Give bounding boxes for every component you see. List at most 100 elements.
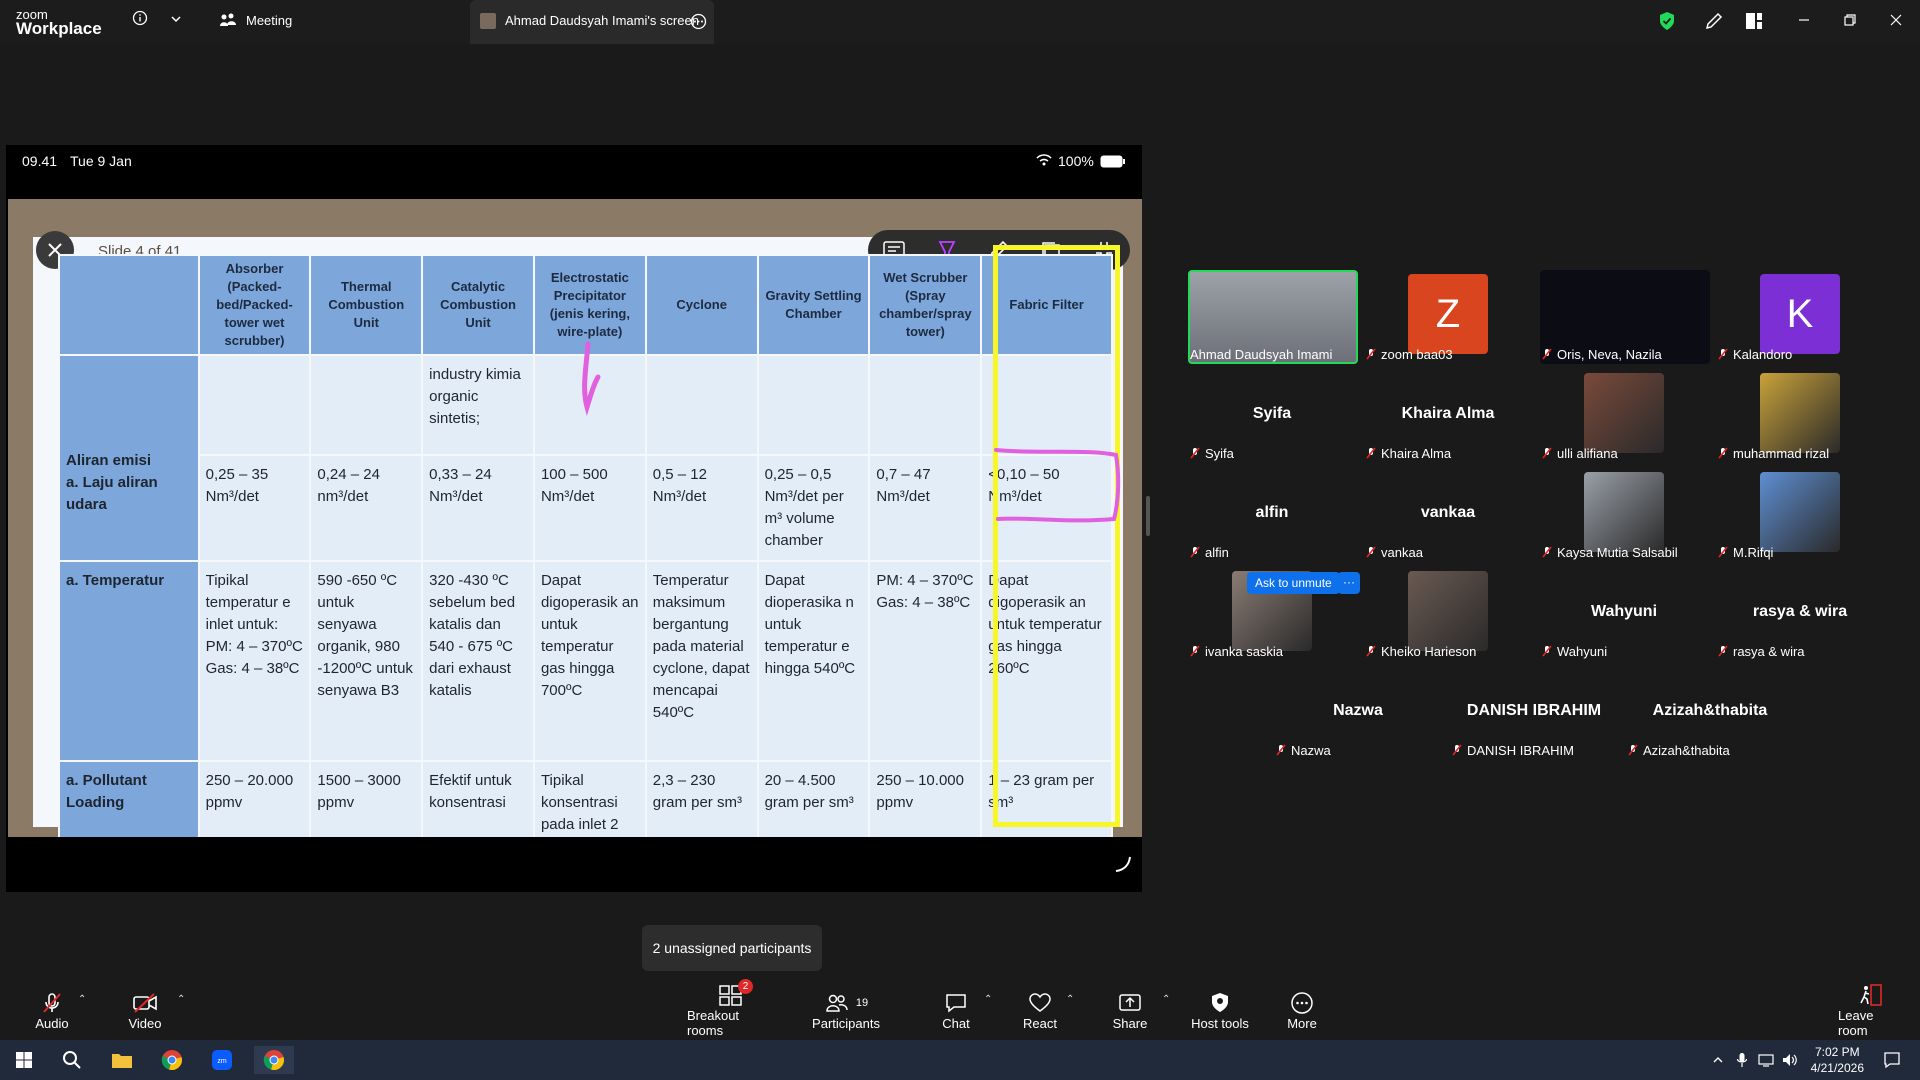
notifications-icon[interactable] — [1878, 1046, 1906, 1074]
brand-workplace: Workplace — [16, 19, 102, 38]
participant-tile[interactable]: Ahmad Daudsyah Imami — [1184, 268, 1360, 366]
taskbar-clock[interactable]: 7:02 PM 4/21/2026 — [1811, 1044, 1864, 1076]
resize-handle-icon[interactable] — [1114, 855, 1132, 878]
share-screen-icon — [1118, 990, 1142, 1016]
participant-name-label: muhammad rizal — [1718, 446, 1829, 461]
share-caret-icon[interactable]: ⌃ — [1162, 994, 1170, 1005]
participant-display-name: alfin — [1255, 504, 1289, 521]
participant-tile[interactable]: Wahyuni Wahyuni — [1536, 565, 1712, 663]
participant-name: M.Rifqi — [1733, 545, 1774, 560]
windows-start-icon[interactable] — [10, 1046, 38, 1074]
participant-name: zoom baa03 — [1381, 347, 1453, 362]
participant-tile[interactable]: Kheiko Harieson — [1360, 565, 1536, 663]
participant-name-label: Khaira Alma — [1366, 446, 1451, 461]
mic-muted-icon — [1542, 645, 1552, 657]
chat-icon — [944, 990, 968, 1016]
participant-tile[interactable]: ulli alifiana — [1536, 367, 1712, 465]
participant-name-label: Syifa — [1190, 446, 1234, 461]
react-caret-icon[interactable]: ⌃ — [1066, 994, 1074, 1005]
participant-tile[interactable]: Nazwa Nazwa — [1270, 664, 1446, 762]
react-button[interactable]: React — [1020, 980, 1060, 1040]
leave-icon — [1858, 982, 1884, 1008]
participant-name: ulli alifiana — [1557, 446, 1618, 461]
participant-name-label: DANISH IBRAHIM — [1452, 743, 1574, 758]
view-layout-icon[interactable] — [1745, 12, 1763, 35]
presenter-avatar — [480, 13, 496, 29]
video-button[interactable]: Video — [120, 980, 170, 1040]
participant-avatar — [1408, 571, 1488, 651]
participant-name: DANISH IBRAHIM — [1467, 743, 1574, 758]
security-shield-icon[interactable] — [1658, 11, 1676, 36]
mic-muted-icon — [1542, 348, 1552, 360]
more-button[interactable]: More — [1284, 980, 1320, 1040]
breakout-rooms-button[interactable]: 2 Breakout rooms — [687, 979, 775, 1040]
mic-muted-icon — [40, 990, 64, 1016]
ask-to-unmute-button[interactable]: Ask to unmute — [1247, 572, 1340, 594]
video-caret-icon[interactable]: ⌃ — [177, 994, 185, 1005]
clock-time: 7:02 PM — [1814, 1045, 1860, 1059]
participant-avatar — [1760, 472, 1840, 552]
participant-name: ivanka saskia — [1205, 644, 1284, 659]
participant-name: alfin — [1205, 545, 1229, 560]
host-tools-button[interactable]: Host tools — [1190, 980, 1250, 1040]
participants-count: 19 — [855, 996, 869, 1009]
participant-name-label: Kaysa Mutia Salsabil — [1542, 545, 1678, 560]
participant-tile[interactable]: Azizah&thabita Azizah&thabita — [1622, 664, 1798, 762]
participant-display-name: vankaa — [1420, 504, 1476, 521]
participant-tile[interactable]: DANISH IBRAHIM DANISH IBRAHIM — [1446, 664, 1622, 762]
tab-shared-screen[interactable]: Ahmad Daudsyah Imami's screen — [470, 0, 714, 44]
participant-name: Ahmad Daudsyah Imami — [1190, 347, 1333, 362]
participant-tile[interactable]: Oris, Neva, Nazila — [1536, 268, 1712, 366]
participant-tile[interactable]: rasya & wira rasya & wira — [1712, 565, 1888, 663]
participant-tile[interactable]: vankaa vankaa — [1360, 466, 1536, 564]
tile-more-button[interactable]: ··· — [1338, 572, 1360, 594]
breakout-badge: 2 — [738, 979, 753, 994]
restore-icon[interactable] — [1843, 13, 1857, 32]
splitter-handle[interactable] — [1146, 496, 1150, 536]
participant-tile[interactable]: K Kalandoro — [1712, 268, 1888, 366]
share-button[interactable]: Share — [1110, 980, 1150, 1040]
participant-tile[interactable]: Khaira Alma Khaira Alma — [1360, 367, 1536, 465]
participant-tile[interactable]: muhammad rizal — [1712, 367, 1888, 465]
participant-name-label: Kheiko Harieson — [1366, 644, 1476, 659]
mic-muted-icon — [1718, 447, 1728, 459]
audio-button[interactable]: Audio — [28, 980, 76, 1040]
minimize-icon[interactable] — [1797, 13, 1811, 32]
close-icon[interactable] — [1889, 13, 1903, 32]
audio-caret-icon[interactable]: ⌃ — [78, 994, 86, 1005]
participant-name-label: ivanka saskia — [1190, 644, 1283, 659]
info-icon[interactable] — [132, 10, 148, 31]
participant-avatar — [1760, 373, 1840, 453]
chat-label: Chat — [942, 1015, 970, 1031]
participant-tile[interactable]: Zzoom baa03 — [1360, 268, 1536, 366]
chat-caret-icon[interactable]: ⌃ — [984, 994, 992, 1005]
participant-tile[interactable]: Kaysa Mutia Salsabil — [1536, 466, 1712, 564]
audio-label: Audio — [35, 1015, 69, 1031]
search-icon[interactable] — [58, 1046, 86, 1074]
battery-icon — [1100, 155, 1126, 171]
participant-tile[interactable]: Syifa Syifa — [1184, 367, 1360, 465]
participant-tile[interactable]: alfin alfin — [1184, 466, 1360, 564]
participant-name-label: Azizah&thabita — [1628, 743, 1730, 758]
chat-button[interactable]: Chat — [940, 980, 972, 1040]
title-bar: zoom Workplace Meeting Ahmad Daudsyah Im… — [0, 0, 1920, 44]
chrome-icon[interactable] — [158, 1046, 186, 1074]
participant-tile[interactable]: M.Rifqi — [1712, 466, 1888, 564]
chrome-active-icon[interactable] — [254, 1046, 294, 1074]
participants-button[interactable]: 19 Participants — [812, 980, 880, 1040]
mic-muted-icon — [1276, 744, 1286, 756]
meeting-label[interactable]: Meeting — [246, 13, 292, 28]
leave-room-button[interactable]: Leave room — [1838, 980, 1904, 1040]
chevron-down-icon[interactable] — [170, 12, 182, 30]
mic-muted-icon — [1718, 348, 1728, 360]
participants-icon: 19 — [824, 990, 868, 1016]
more-options-icon[interactable] — [690, 13, 707, 35]
participant-name-label: Nazwa — [1276, 743, 1331, 758]
zoom-taskbar-icon[interactable]: zm — [208, 1046, 236, 1074]
shared-screen: 09.41 Tue 9 Jan 100% Slide 4 of 41 Absor… — [6, 145, 1142, 892]
file-explorer-icon[interactable] — [108, 1046, 136, 1074]
volume-tray-icon[interactable] — [1776, 1046, 1804, 1074]
share-label: Share — [1112, 1015, 1148, 1031]
annotate-pen-icon[interactable] — [1704, 11, 1724, 36]
slide: Slide 4 of 41 Absorber (Packed-bed/Packe… — [8, 199, 1142, 837]
